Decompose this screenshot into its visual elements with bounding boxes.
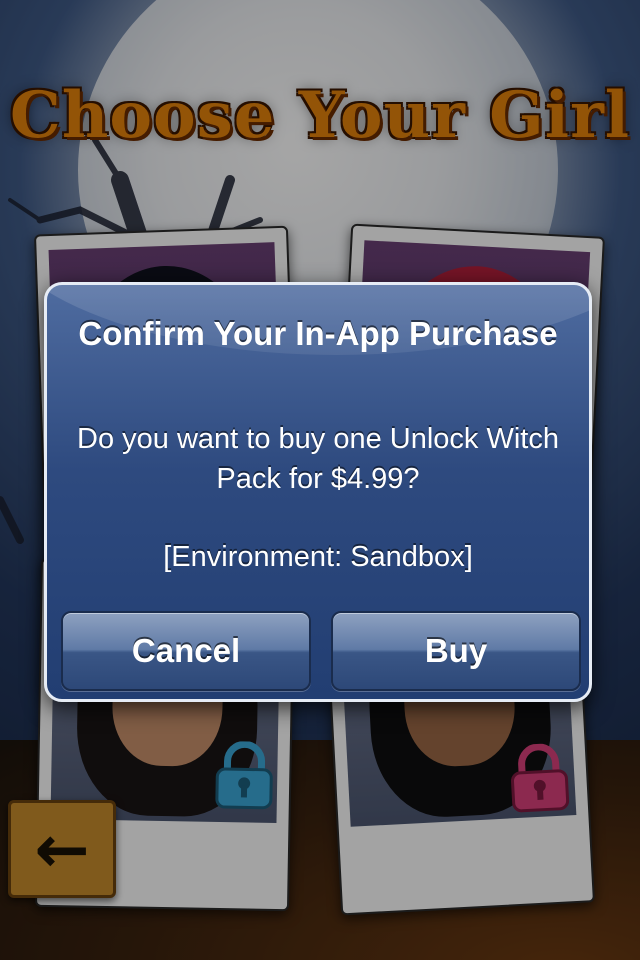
- dialog-message: Do you want to buy one Unlock Witch Pack…: [77, 423, 559, 495]
- cancel-button[interactable]: Cancel: [61, 611, 311, 691]
- dialog-title: Confirm Your In-App Purchase: [78, 315, 558, 352]
- dialog-environment: [Environment: Sandbox]: [163, 541, 473, 573]
- purchase-confirm-dialog: Confirm Your In-App Purchase Do you want…: [44, 282, 592, 702]
- buy-button[interactable]: Buy: [331, 611, 581, 691]
